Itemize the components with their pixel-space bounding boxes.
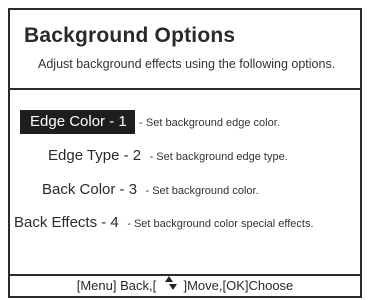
menu-item-back-effects[interactable]: Back Effects - 4 - Set background color … [10, 211, 314, 235]
menu-item-label: Back Effects - 4 [14, 214, 119, 231]
footer-move-text: ]Move,[OK]Choose [183, 278, 294, 293]
background-options-dialog: Background Options Adjust background eff… [8, 8, 362, 298]
navigation-hint-bar: [Menu] Back,[ ]Move,[OK]Choose [10, 274, 360, 296]
up-down-arrows-icon [163, 276, 177, 292]
menu-item-edge-type[interactable]: Edge Type - 2 - Set background edge type… [44, 144, 288, 168]
menu-item-description: - Set background edge color. [139, 117, 280, 129]
down-arrow-icon [168, 284, 177, 290]
footer-back-text: [Menu] Back,[ [76, 278, 157, 293]
dialog-subtitle: Adjust background effects using the foll… [38, 57, 336, 71]
dialog-title: Background Options [24, 24, 236, 47]
dialog-header: Background Options Adjust background eff… [10, 10, 360, 90]
menu-item-edge-color[interactable]: Edge Color - 1 - Set background edge col… [20, 110, 280, 134]
menu-item-description: - Set background edge type. [149, 151, 288, 163]
menu-item-back-color[interactable]: Back Color - 3 - Set background color. [38, 178, 259, 202]
up-arrow-icon [164, 276, 173, 282]
menu-item-label: Edge Type - 2 [48, 147, 142, 164]
menu-item-label: Edge Color - 1 [20, 110, 135, 134]
menu-item-label: Back Color - 3 [42, 181, 138, 198]
menu-item-description: - Set background color special effects. [127, 218, 314, 230]
menu-item-description: - Set background color. [145, 185, 259, 197]
